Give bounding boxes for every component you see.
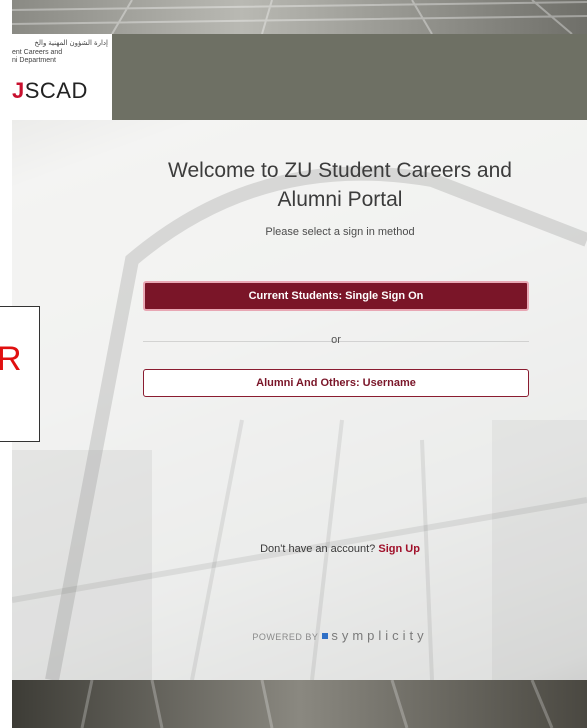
powered-by-label: POWERED BY (252, 632, 319, 642)
signup-row: Don't have an account? Sign Up (142, 543, 538, 555)
overlay-annotation-letter: R (0, 340, 22, 378)
logo-wordmark-rest: SCAD (24, 78, 88, 103)
background-photo-top (12, 0, 587, 34)
logo-wordmark-prefix: J (12, 78, 25, 103)
site-header: إدارة الشؤون المهنية والخ ent Careers an… (12, 34, 587, 120)
signup-link[interactable]: Sign Up (378, 543, 420, 555)
logo-english-text: ent Careers and ni Department (12, 49, 62, 65)
logo-english-line: ent Careers and (12, 49, 63, 56)
or-label: or (331, 334, 341, 346)
username-login-button[interactable]: Alumni And Others: Username (143, 369, 529, 397)
zuscad-logo[interactable]: إدارة الشؤون المهنية والخ ent Careers an… (12, 34, 112, 120)
login-page: إدارة الشؤون المهنية والخ ent Careers an… (0, 0, 587, 728)
logo-arabic-text: إدارة الشؤون المهنية والخ (34, 40, 108, 47)
signup-prompt: Don't have an account? (260, 543, 376, 555)
page-subtitle: Please select a sign in method (265, 226, 415, 238)
symplicity-square-icon (322, 633, 329, 639)
powered-by-footer: POWERED BY symplicity (142, 628, 538, 643)
logo-english-line: ni Department (12, 57, 56, 64)
background-photo-bottom (12, 679, 587, 728)
page-title: Welcome to ZU Student Careers and Alumni… (168, 159, 512, 211)
single-sign-on-button[interactable]: Current Students: Single Sign On (143, 281, 529, 311)
logo-wordmark: JSCAD (12, 78, 88, 104)
symplicity-wordmark[interactable]: symplicity (331, 628, 427, 643)
